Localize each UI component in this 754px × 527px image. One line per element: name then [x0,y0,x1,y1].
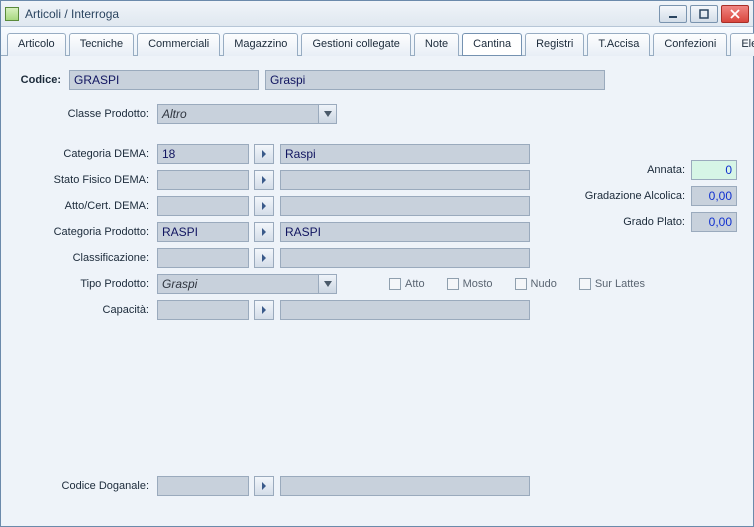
label-classificazione: Classificazione: [15,252,151,264]
checkbox-atto[interactable]: Atto [389,278,425,290]
stato-fisico-dema-lookup[interactable] [254,170,274,190]
codice-doganale-input[interactable] [157,476,249,496]
capacita-input[interactable] [157,300,249,320]
label-tipo-prodotto: Tipo Prodotto: [15,278,151,290]
capacita-lookup[interactable] [254,300,274,320]
close-button[interactable] [721,5,749,23]
label-annata: Annata: [647,164,685,176]
minimize-button[interactable] [659,5,687,23]
tab-taccisa[interactable]: T.Accisa [587,33,650,56]
codice-doganale-lookup[interactable] [254,476,274,496]
app-window: Articoli / Interroga Articolo Tecniche C… [0,0,754,527]
capacita-desc[interactable] [280,300,530,320]
atto-cert-dema-desc[interactable] [280,196,530,216]
grado-plato-input[interactable] [691,212,737,232]
label-capacita: Capacità: [15,304,151,316]
label-atto-cert-dema: Atto/Cert. DEMA: [15,200,151,212]
window-title: Articoli / Interroga [25,6,659,21]
checkbox-mosto[interactable]: Mosto [447,278,493,290]
window-buttons [659,5,749,23]
stato-fisico-dema-input[interactable] [157,170,249,190]
tab-confezioni[interactable]: Confezioni [653,33,727,56]
checkbox-mosto-label: Mosto [463,278,493,290]
label-categoria-prodotto: Categoria Prodotto: [15,226,151,238]
tab-articolo[interactable]: Articolo [7,33,66,56]
gradazione-alcolica-input[interactable] [691,186,737,206]
label-classe-prodotto: Classe Prodotto: [15,108,151,120]
categoria-dema-desc[interactable] [280,144,530,164]
label-codice-doganale: Codice Doganale: [15,480,151,492]
titlebar: Articoli / Interroga [1,1,753,27]
maximize-button[interactable] [690,5,718,23]
tab-cantina[interactable]: Cantina [462,33,522,56]
atto-cert-dema-lookup[interactable] [254,196,274,216]
tab-registri[interactable]: Registri [525,33,584,56]
classificazione-input[interactable] [157,248,249,268]
right-column: Annata: Gradazione Alcolica: Grado Plato… [585,160,737,232]
chevron-down-icon [318,275,336,293]
categoria-dema-input[interactable] [157,144,249,164]
codice-input[interactable] [69,70,259,90]
checkbox-atto-label: Atto [405,278,425,290]
label-stato-fisico-dema: Stato Fisico DEMA: [15,174,151,186]
label-gradazione-alcolica: Gradazione Alcolica: [585,190,685,202]
label-categoria-dema: Categoria DEMA: [15,148,151,160]
classificazione-lookup[interactable] [254,248,274,268]
form-body: Codice: Classe Prodotto: Altro Categoria… [1,56,753,526]
classe-prodotto-value: Altro [162,107,187,121]
classificazione-desc[interactable] [280,248,530,268]
tabstrip: Articolo Tecniche Commerciali Magazzino … [1,27,753,56]
checkbox-sur-lattes-label: Sur Lattes [595,278,645,290]
classe-prodotto-select[interactable]: Altro [157,104,337,124]
annata-input[interactable] [691,160,737,180]
label-codice: Codice: [15,74,63,86]
checkbox-nudo[interactable]: Nudo [515,278,557,290]
tab-commerciali[interactable]: Commerciali [137,33,220,56]
label-grado-plato: Grado Plato: [623,216,685,228]
tab-note[interactable]: Note [414,33,459,56]
checkbox-sur-lattes[interactable]: Sur Lattes [579,278,645,290]
categoria-dema-lookup[interactable] [254,144,274,164]
categoria-prodotto-input[interactable] [157,222,249,242]
categoria-prodotto-desc[interactable] [280,222,530,242]
tab-elenco[interactable]: Elenco [730,33,754,56]
tab-tecniche[interactable]: Tecniche [69,33,134,56]
categoria-prodotto-lookup[interactable] [254,222,274,242]
tab-gestioni-collegate[interactable]: Gestioni collegate [301,33,410,56]
checkbox-nudo-label: Nudo [531,278,557,290]
app-icon [5,7,19,21]
stato-fisico-dema-desc[interactable] [280,170,530,190]
tab-magazzino[interactable]: Magazzino [223,33,298,56]
codice-doganale-desc[interactable] [280,476,530,496]
chevron-down-icon [318,105,336,123]
tipo-prodotto-value: Graspi [162,277,197,291]
codice-desc[interactable] [265,70,605,90]
tipo-prodotto-select[interactable]: Graspi [157,274,337,294]
atto-cert-dema-input[interactable] [157,196,249,216]
